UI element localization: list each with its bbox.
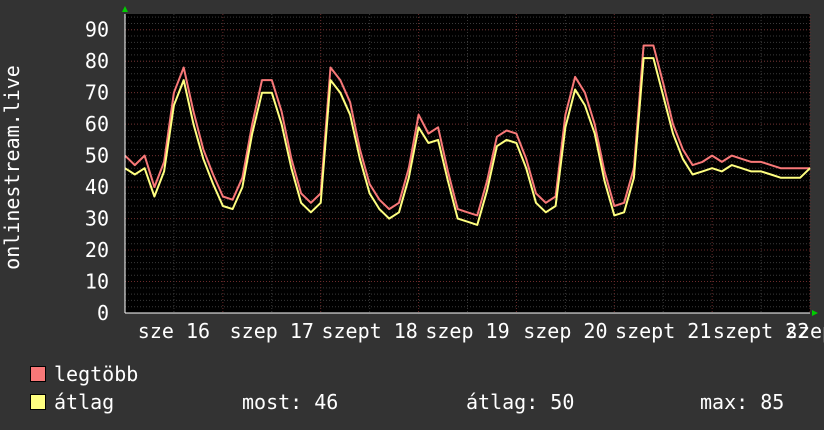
y-tick-label: 30 (85, 207, 109, 231)
x-axis-arrow-icon (812, 310, 818, 316)
stat-average: átlag: 50 (466, 390, 575, 414)
legend-label-atlag: átlag (54, 390, 115, 414)
x-tick-label: szep 19 (425, 319, 509, 343)
y-tick-label: 90 (85, 18, 109, 42)
legend-item-atlag: átlag (30, 390, 114, 414)
legend-label-legtobb: legtöbb (54, 362, 139, 386)
y-tick-label: 50 (85, 144, 109, 168)
y-tick-label: 10 (85, 270, 109, 294)
y-tick-label: 20 (85, 238, 109, 262)
x-tick-label: szept 21 (615, 319, 711, 343)
x-tick-label: szep 17 (230, 319, 314, 343)
y-tick-label: 80 (85, 49, 109, 73)
y-tick-label: 40 (85, 175, 109, 199)
y-tick-labels: 0 10 20 30 40 50 60 70 80 90 (85, 18, 109, 325)
y-tick-label: 70 (85, 81, 109, 105)
stat-current: most: 46 (242, 390, 339, 414)
y-axis-label: onlinestream.live (0, 65, 24, 270)
x-tick-label: szep 20 (523, 319, 607, 343)
legend-swatch-legtobb (30, 366, 46, 382)
legend-swatch-atlag (30, 394, 46, 410)
x-tick-label: sze 16 (138, 319, 210, 343)
x-tick-label: szep (786, 319, 824, 343)
y-axis-arrow-icon (122, 6, 128, 12)
y-tick-label: 0 (97, 301, 109, 325)
stat-maximum: max: 85 (700, 390, 785, 414)
legend-item-legtobb: legtöbb (30, 362, 138, 386)
x-tick-label: szept 18 (321, 319, 417, 343)
plot-background (125, 14, 810, 313)
x-tick-labels: sze 16 szep 17 szept 18 szep 19 szep 20 szept… (138, 319, 824, 343)
y-tick-label: 60 (85, 112, 109, 136)
line-chart: 0 10 20 30 40 50 60 70 80 90 sze 16 szep 17 szept 1… (0, 6, 824, 343)
